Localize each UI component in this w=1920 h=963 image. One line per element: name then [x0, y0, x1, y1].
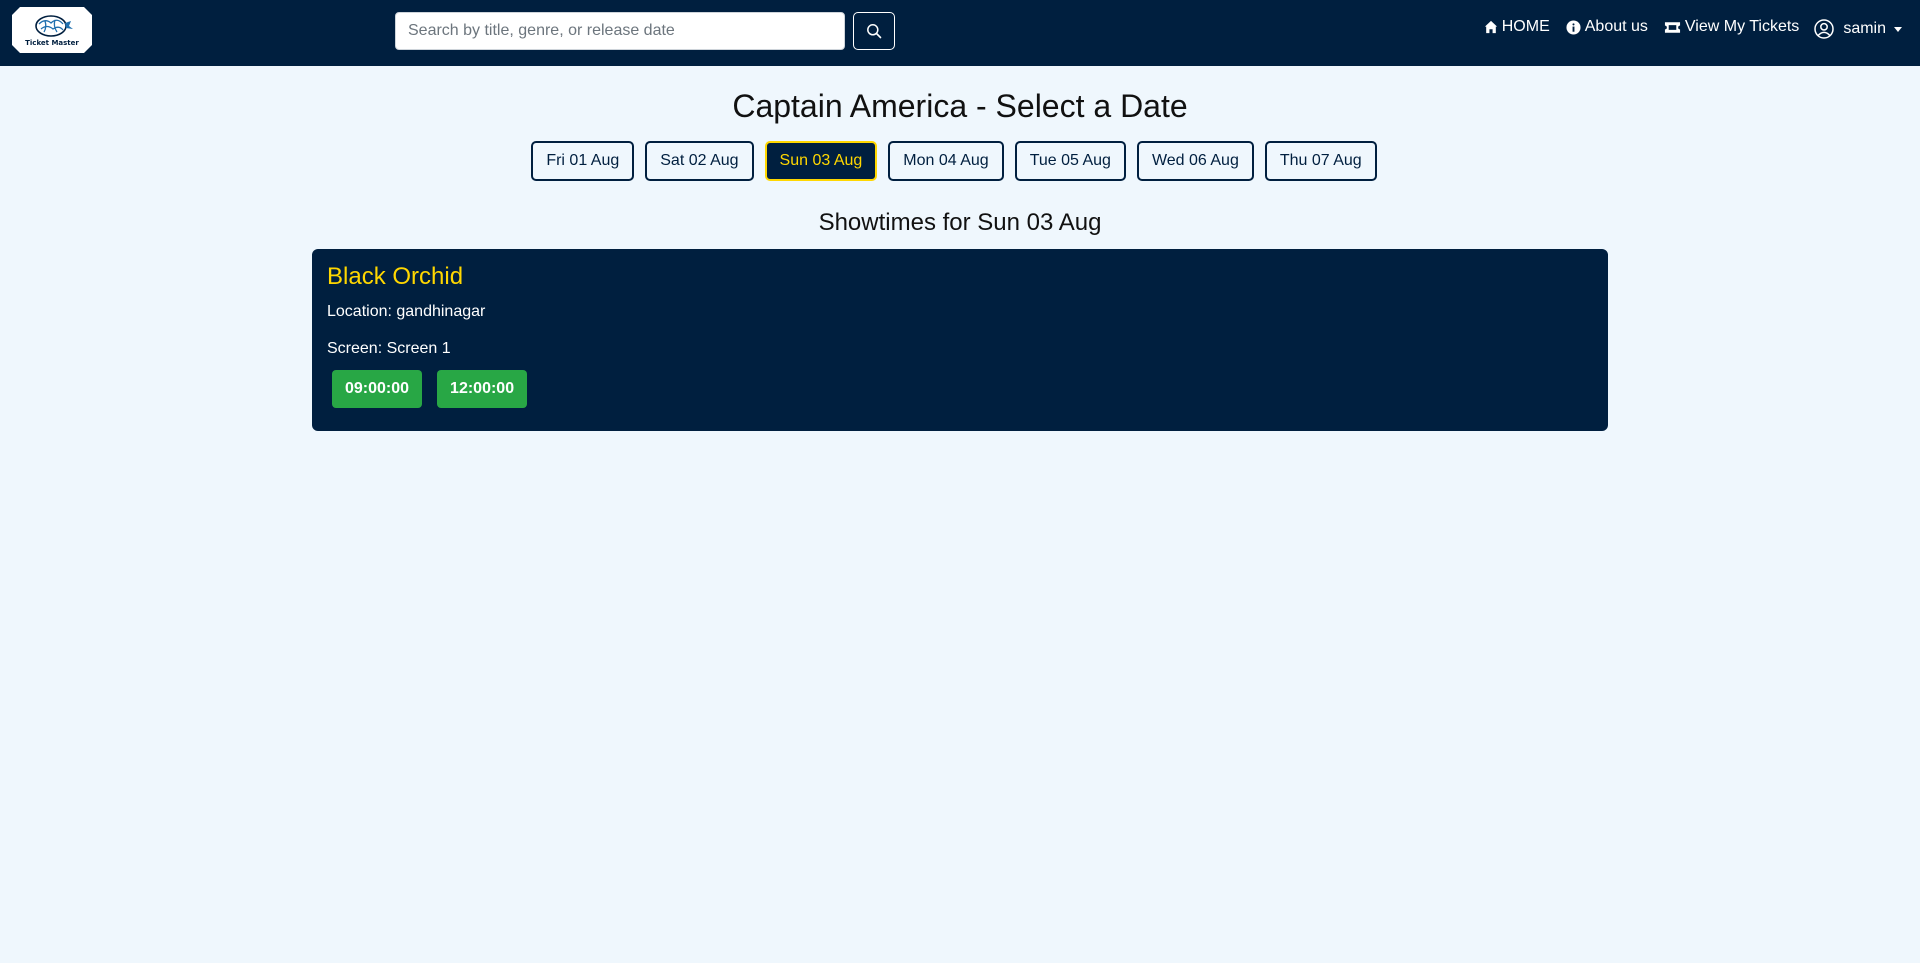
date-button[interactable]: Wed 06 Aug [1136, 141, 1254, 181]
theater-location: Location: gandhinagar [327, 303, 486, 320]
search-icon [867, 24, 882, 39]
date-button[interactable]: Mon 04 Aug [888, 141, 1004, 181]
search-input[interactable] [395, 12, 845, 50]
nav-home-link[interactable]: HOME [1484, 18, 1550, 36]
page-title: Captain America - Select a Date [732, 88, 1188, 124]
nav-links: HOME About us View My Tickets samin [1468, 0, 1902, 56]
ticket-master-logo[interactable]: Ticket Master [12, 7, 92, 53]
nav-tickets-label: View My Tickets [1684, 18, 1800, 35]
user-menu-dropdown[interactable]: samin [1814, 19, 1902, 39]
nav-tickets-link[interactable]: View My Tickets [1664, 18, 1799, 36]
showtime-button[interactable]: 12:00:00 [437, 370, 528, 408]
date-selector: Fri 01 Aug Sat 02 Aug Sun 03 Aug Mon 04 … [0, 141, 1920, 181]
navbar: Ticket Master HOME About us [0, 0, 1920, 66]
nav-about-label: About us [1584, 18, 1648, 35]
theater-screen: Screen: Screen 1 [327, 340, 451, 357]
user-name: samin [1843, 20, 1886, 37]
theater-card: Black Orchid Location: gandhinagar Scree… [312, 249, 1608, 431]
date-button[interactable]: Sat 02 Aug [645, 141, 754, 181]
nav-about-link[interactable]: About us [1566, 18, 1648, 36]
chevron-down-icon [1894, 26, 1902, 32]
info-icon [1566, 19, 1581, 35]
date-button[interactable]: Tue 05 Aug [1014, 141, 1126, 181]
nav-home-label: HOME [1501, 18, 1550, 35]
date-button[interactable]: Fri 01 Aug [531, 141, 635, 181]
logo-text: Ticket Master [25, 38, 79, 47]
brain-logo-icon [35, 14, 73, 37]
showtimes-heading: Showtimes for Sun 03 Aug [818, 209, 1102, 236]
date-button-selected[interactable]: Sun 03 Aug [764, 141, 878, 181]
user-avatar-icon [1814, 19, 1835, 39]
theater-name: Black Orchid [327, 263, 464, 290]
ticket-icon [1664, 21, 1680, 33]
home-icon [1484, 20, 1497, 34]
showtime-list: 09:00:00 12:00:00 [332, 370, 1593, 408]
search-button[interactable] [853, 12, 895, 50]
showtime-button[interactable]: 09:00:00 [332, 370, 423, 408]
date-button[interactable]: Thu 07 Aug [1264, 141, 1377, 181]
